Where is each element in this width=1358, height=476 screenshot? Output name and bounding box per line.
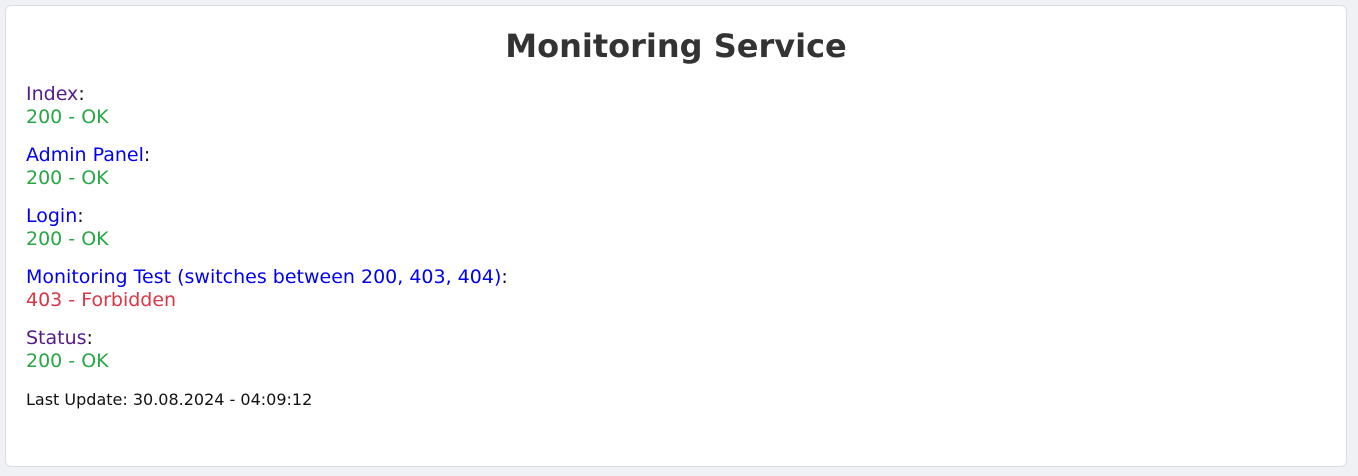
status-value-admin-panel: 200 - OK [26, 167, 109, 189]
check-item-monitoring-test: Monitoring Test (switches between 200, 4… [26, 266, 1326, 327]
check-link-monitoring-test[interactable]: Monitoring Test (switches between 200, 4… [26, 266, 501, 288]
label-separator: : [143, 144, 151, 166]
label-separator: : [501, 266, 508, 288]
page-title: Monitoring Service [505, 27, 847, 65]
last-update-text: Last Update: 30.08.2024 - 04:09:12 [26, 390, 313, 409]
check-link-status[interactable]: Status [26, 327, 87, 349]
check-item-admin-panel: Admin Panel: 200 - OK [26, 144, 1326, 205]
check-label-line: Index: [26, 83, 1326, 106]
status-value-index: 200 - OK [26, 106, 109, 128]
check-label-line: Monitoring Test (switches between 200, 4… [26, 266, 1326, 289]
label-separator: : [78, 83, 85, 105]
check-list: Index: 200 - OK Admin Panel: 200 - OK Lo… [26, 83, 1326, 388]
check-label-line: Status: [26, 327, 1326, 350]
label-separator: : [77, 205, 84, 227]
check-link-login[interactable]: Login [26, 205, 77, 227]
check-item-status: Status: 200 - OK [26, 327, 1326, 388]
label-separator: : [86, 327, 93, 349]
check-link-index[interactable]: Index [26, 83, 78, 105]
check-label-line: Login: [26, 205, 1326, 228]
status-value-monitoring-test: 403 - Forbidden [26, 289, 177, 311]
status-value-login: 200 - OK [26, 228, 109, 250]
status-value-status: 200 - OK [26, 350, 109, 372]
check-item-index: Index: 200 - OK [26, 83, 1326, 144]
check-label-line: Admin Panel: [26, 144, 1326, 167]
monitoring-card: Monitoring Service Index: 200 - OK Admin… [5, 5, 1347, 467]
check-item-login: Login: 200 - OK [26, 205, 1326, 266]
check-link-admin-panel[interactable]: Admin Panel [26, 144, 144, 166]
